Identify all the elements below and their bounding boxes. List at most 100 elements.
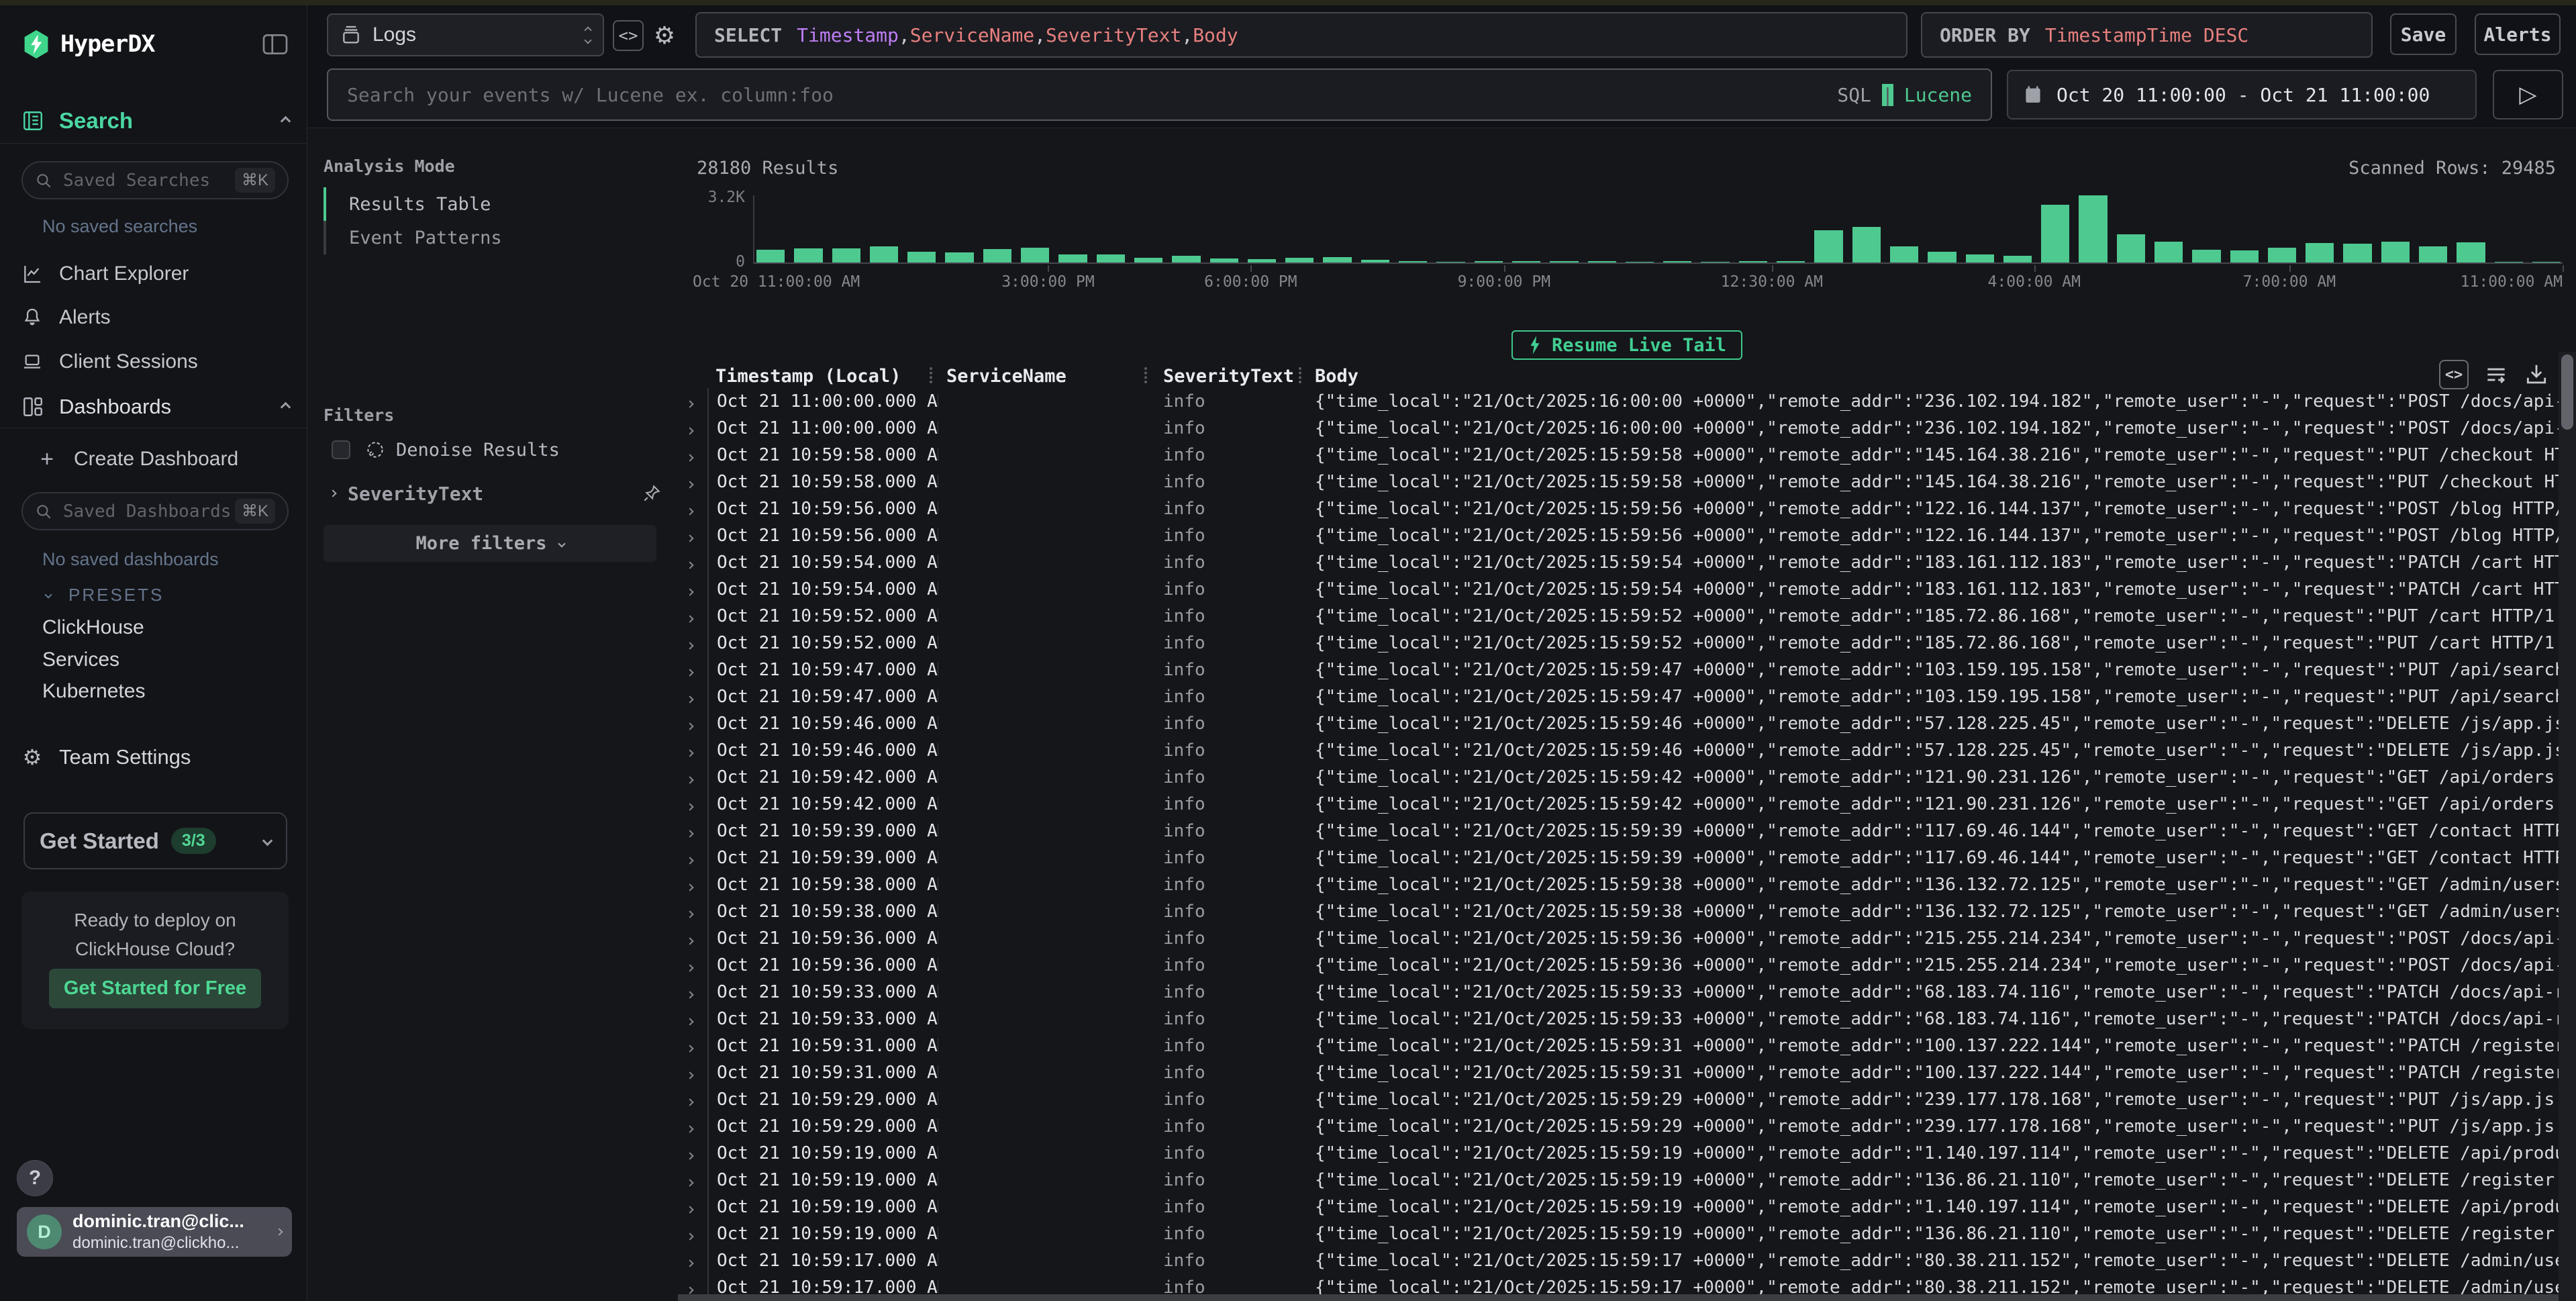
language-lucene[interactable]: Lucene [1904,84,1972,106]
table-row[interactable]: Oct 21 10:59:36.000 AM info {"time_local… [678,952,2559,979]
column-separator[interactable] [930,367,932,383]
table-row[interactable]: Oct 21 10:59:29.000 AM info {"time_local… [678,1086,2559,1113]
table-row[interactable]: Oct 21 11:00:00.000 AM info {"time_local… [678,415,2559,442]
col-header-timestamp[interactable]: Timestamp (Local) [715,366,901,387]
table-row[interactable]: Oct 21 10:59:33.000 AM info {"time_local… [678,1006,2559,1032]
sidebar-item-alerts[interactable]: Alerts [21,305,289,330]
table-row[interactable]: Oct 21 10:59:38.000 AM info {"time_local… [678,871,2559,898]
expand-chevron-icon[interactable] [678,660,707,680]
order-by-input[interactable]: ORDER BY TimestampTime DESC [1921,12,2373,58]
column-separator[interactable] [1144,367,1147,383]
edit-sql-button[interactable]: <> [613,20,644,51]
column-separator[interactable] [1299,367,1301,383]
expand-chevron-icon[interactable] [678,391,707,412]
sidebar-item-client-sessions[interactable]: Client Sessions [21,350,289,374]
sidebar-item-chart-explorer[interactable]: Chart Explorer [21,262,289,286]
source-settings-gear-icon[interactable]: ⚙ [649,20,680,51]
expand-chevron-icon[interactable] [678,955,707,975]
col-header-servicename[interactable]: ServiceName [946,366,1067,387]
table-row[interactable]: Oct 21 10:59:31.000 AM info {"time_local… [678,1032,2559,1059]
sidebar-collapse-icon[interactable] [261,33,289,56]
tab-event-patterns[interactable]: Event Patterns [324,221,662,254]
sidebar-item-dashboards[interactable]: Dashboards [21,393,289,420]
table-row[interactable]: Oct 21 10:59:52.000 AM info {"time_local… [678,603,2559,630]
table-row[interactable]: Oct 21 10:59:19.000 AM info {"time_local… [678,1220,2559,1247]
table-row[interactable]: Oct 21 10:59:47.000 AM info {"time_local… [678,657,2559,683]
table-row[interactable]: Oct 21 10:59:17.000 AM info {"time_local… [678,1247,2559,1274]
table-row[interactable]: Oct 21 10:59:56.000 AM info {"time_local… [678,522,2559,549]
table-row[interactable]: Oct 21 10:59:29.000 AM info {"time_local… [678,1113,2559,1140]
select-columns-input[interactable]: SELECT Timestamp,ServiceName,SeverityTex… [695,12,1908,58]
resume-live-tail-button[interactable]: Resume Live Tail [1512,330,1742,360]
expand-chevron-icon[interactable] [678,606,707,626]
table-row[interactable]: Oct 21 10:59:46.000 AM info {"time_local… [678,710,2559,737]
severity-filter-group[interactable]: SeverityText [330,480,662,507]
chevron-up-icon[interactable] [281,401,291,412]
table-row[interactable]: Oct 21 10:59:42.000 AM info {"time_local… [678,791,2559,818]
denoise-checkbox[interactable] [332,440,350,459]
expand-chevron-icon[interactable] [678,1197,707,1217]
language-toggle[interactable]: SQL | Lucene [1837,84,1972,106]
table-row[interactable]: Oct 21 10:59:19.000 AM info {"time_local… [678,1194,2559,1220]
results-histogram[interactable]: 3.2K 0 Oct 20 11:00:00 AM3:00:00 PM6:00:… [678,190,2565,292]
tab-results-table[interactable]: Results Table [324,187,662,221]
table-row[interactable]: Oct 21 10:59:36.000 AM info {"time_local… [678,925,2559,952]
table-row[interactable]: Oct 21 10:59:31.000 AM info {"time_local… [678,1059,2559,1086]
expand-chevron-icon[interactable] [678,526,707,546]
code-view-icon[interactable]: <> [2439,360,2469,389]
download-icon[interactable] [2524,362,2549,387]
pin-icon[interactable] [642,483,662,503]
expand-chevron-icon[interactable] [678,767,707,787]
table-row[interactable]: Oct 21 10:59:33.000 AM info {"time_local… [678,979,2559,1006]
expand-chevron-icon[interactable] [678,1224,707,1244]
expand-chevron-icon[interactable] [678,633,707,653]
col-header-severitytext[interactable]: SeverityText [1163,366,1294,387]
expand-chevron-icon[interactable] [678,1063,707,1083]
search-input[interactable]: Search your events w/ Lucene ex. column:… [327,68,1992,121]
horizontal-scrollbar[interactable] [678,1294,2559,1301]
vertical-scrollbar[interactable] [2559,352,2576,1301]
table-row[interactable]: Oct 21 10:59:17.000 AM info {"time_local… [678,1274,2559,1294]
expand-chevron-icon[interactable] [678,794,707,814]
expand-chevron-icon[interactable] [678,821,707,841]
table-row[interactable]: Oct 21 10:59:58.000 AM info {"time_local… [678,469,2559,495]
help-button[interactable]: ? [17,1160,53,1196]
expand-chevron-icon[interactable] [678,875,707,895]
col-header-body[interactable]: Body [1315,366,1358,387]
get-started-toggle[interactable]: Get Started 3/3 [23,812,287,869]
table-row[interactable]: Oct 21 10:59:46.000 AM info {"time_local… [678,737,2559,764]
saved-searches-input[interactable]: Saved Searches ⌘K [21,161,289,199]
expand-chevron-icon[interactable] [678,1278,707,1294]
table-row[interactable]: Oct 21 10:59:39.000 AM info {"time_local… [678,845,2559,871]
expand-chevron-icon[interactable] [678,472,707,492]
preset-clickhouse[interactable]: ClickHouse [42,616,144,639]
table-row[interactable]: Oct 21 10:59:47.000 AM info {"time_local… [678,683,2559,710]
expand-chevron-icon[interactable] [678,1116,707,1137]
expand-chevron-icon[interactable] [678,552,707,573]
source-select[interactable]: Logs [327,13,604,56]
expand-chevron-icon[interactable] [678,445,707,465]
table-row[interactable]: Oct 21 10:59:58.000 AM info {"time_local… [678,442,2559,469]
saved-dashboards-input[interactable]: Saved Dashboards ⌘K [21,492,289,530]
expand-chevron-icon[interactable] [678,1251,707,1271]
expand-chevron-icon[interactable] [678,1170,707,1190]
chevron-up-icon[interactable] [281,115,291,126]
table-row[interactable]: Oct 21 10:59:42.000 AM info {"time_local… [678,764,2559,791]
expand-chevron-icon[interactable] [678,1090,707,1110]
expand-chevron-icon[interactable] [678,848,707,868]
table-row[interactable]: Oct 21 11:00:00.000 AM info {"time_local… [678,388,2559,415]
sidebar-item-team-settings[interactable]: ⚙ Team Settings [21,745,289,769]
expand-chevron-icon[interactable] [678,740,707,761]
table-row[interactable]: Oct 21 10:59:19.000 AM info {"time_local… [678,1140,2559,1167]
wrap-lines-icon[interactable] [2483,362,2509,387]
table-row[interactable]: Oct 21 10:59:54.000 AM info {"time_local… [678,549,2559,576]
language-sql[interactable]: SQL [1837,84,1871,106]
expand-chevron-icon[interactable] [678,418,707,438]
expand-chevron-icon[interactable] [678,902,707,922]
get-started-free-button[interactable]: Get Started for Free [49,969,261,1008]
expand-chevron-icon[interactable] [678,928,707,949]
alerts-button[interactable]: Alerts [2475,13,2561,55]
expand-chevron-icon[interactable] [678,714,707,734]
more-filters-button[interactable]: More filters [324,525,656,562]
table-row[interactable]: Oct 21 10:59:52.000 AM info {"time_local… [678,630,2559,657]
